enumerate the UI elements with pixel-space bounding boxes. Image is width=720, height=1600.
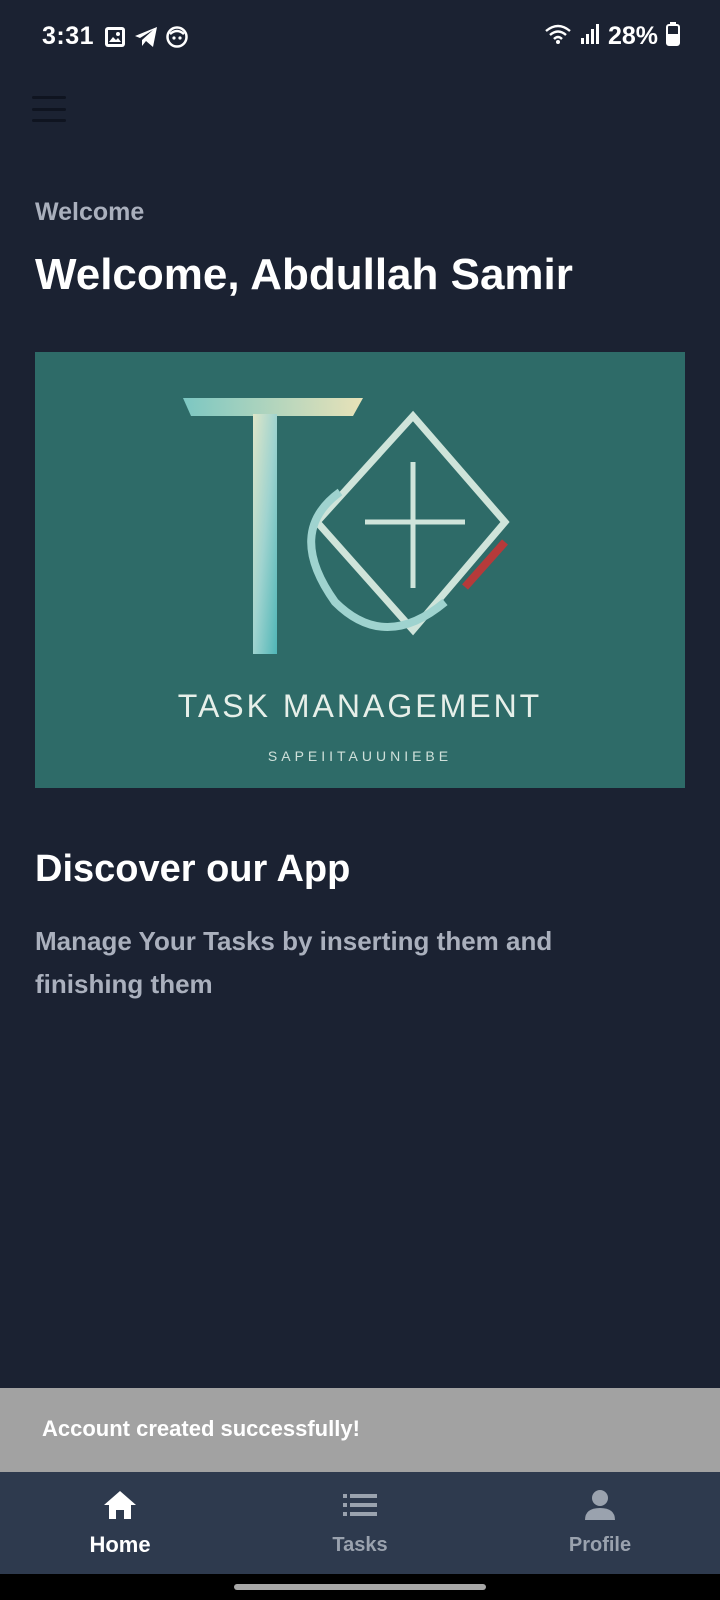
home-gesture-bar[interactable] [234, 1584, 486, 1590]
discover-description: Manage Your Tasks by inserting them and … [35, 926, 553, 999]
status-notification-icons [104, 26, 188, 53]
status-system-icons: 28% [544, 22, 680, 51]
page-title: Welcome, Abdullah Samir [35, 250, 573, 299]
gesture-area [0, 1574, 720, 1600]
nav-label-profile: Profile [568, 1534, 632, 1556]
list-icon [343, 1488, 377, 1522]
nav-item-profile[interactable]: Profile [480, 1472, 720, 1574]
wifi-icon [544, 23, 572, 50]
snackbar-message: Account created successfully! [42, 1416, 360, 1441]
nav-label-home: Home [89, 1532, 151, 1557]
gallery-icon [104, 26, 126, 53]
nav-item-home[interactable]: Home [0, 1472, 240, 1574]
bottom-navigation: Home Tasks Profile [0, 1472, 720, 1574]
status-time: 3:31 [42, 22, 95, 50]
welcome-subtitle: Welcome [35, 198, 145, 226]
signal-icon [580, 23, 600, 50]
nav-label-tasks: Tasks [332, 1534, 388, 1556]
discover-title: Discover our App [35, 848, 351, 890]
status-bar: 3:31 28% [0, 0, 720, 78]
telegram-icon [134, 26, 158, 53]
home-icon [103, 1488, 137, 1522]
person-icon [583, 1488, 617, 1522]
banner-title: TASK MANAGEMENT [177, 688, 543, 724]
hamburger-menu-icon[interactable] [32, 96, 66, 122]
face-icon [166, 26, 188, 53]
task-management-banner: TASK MANAGEMENT SAPEIITAUUNIEBE [35, 352, 685, 788]
snackbar: Account created successfully! [0, 1388, 720, 1472]
battery-percent: 28% [607, 22, 658, 50]
nav-item-tasks[interactable]: Tasks [240, 1472, 480, 1574]
banner-tagline: SAPEIITAUUNIEBE [267, 748, 453, 764]
battery-icon [666, 22, 680, 51]
